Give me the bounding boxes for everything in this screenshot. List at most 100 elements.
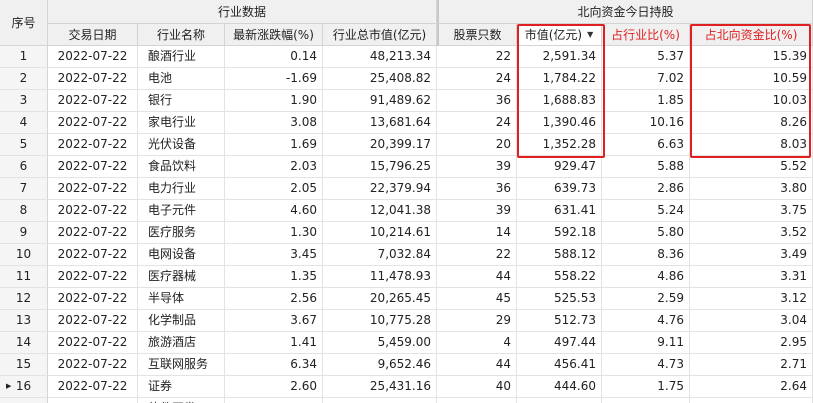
- cell-total-mv[interactable]: 20,399.17: [323, 134, 437, 156]
- cell-change[interactable]: 1.90: [225, 90, 323, 112]
- cell-index[interactable]: 5: [0, 134, 48, 156]
- table-row[interactable]: 14 2022-07-22 旅游酒店 1.41 5,459.00 4 497.44 9.11 2…: [0, 332, 813, 354]
- cell-share-industry[interactable]: 4.86: [602, 266, 690, 288]
- cell-share-north[interactable]: 3.31: [690, 266, 813, 288]
- cell-industry[interactable]: 光伏设备: [138, 134, 225, 156]
- cell-change[interactable]: 0.14: [225, 46, 323, 68]
- cell-share-industry[interactable]: 5.88: [602, 156, 690, 178]
- cell-count[interactable]: 44: [437, 266, 517, 288]
- cell-mv[interactable]: 631.41: [517, 200, 602, 222]
- cell-share-north[interactable]: 10.03: [690, 90, 813, 112]
- cell-share-industry[interactable]: 5.80: [602, 222, 690, 244]
- table-row[interactable]: ▶ 16 2022-07-22 证券 2.60 25,431.16 40 444.60 1.75…: [0, 376, 813, 398]
- cell-industry[interactable]: 证券: [138, 376, 225, 398]
- cell-change[interactable]: 2.60: [225, 376, 323, 398]
- cell-change[interactable]: 3.67: [225, 310, 323, 332]
- table-row[interactable]: 172022-07-22软件开发5.6010,296.5849441.494.2…: [0, 398, 813, 403]
- cell-mv[interactable]: 1,784.22: [517, 68, 602, 90]
- cell-count[interactable]: 24: [437, 68, 517, 90]
- cell-count[interactable]: 36: [437, 90, 517, 112]
- cell-date[interactable]: 2022-07-22: [48, 222, 138, 244]
- cell-count[interactable]: 39: [437, 200, 517, 222]
- cell-count[interactable]: 24: [437, 112, 517, 134]
- cell-index[interactable]: 13: [0, 310, 48, 332]
- cell-total-mv[interactable]: 11,478.93: [323, 266, 437, 288]
- cell-industry[interactable]: 电网设备: [138, 244, 225, 266]
- cell-share-industry[interactable]: 5.37: [602, 46, 690, 68]
- table-row[interactable]: 11 2022-07-22 医疗器械 1.35 11,478.93 44 558.22 4.8…: [0, 266, 813, 288]
- header-industry[interactable]: 行业名称: [138, 24, 225, 46]
- cell-share-north[interactable]: 2.71: [690, 354, 813, 376]
- cell-index[interactable]: 7: [0, 178, 48, 200]
- header-count[interactable]: 股票只数: [437, 24, 517, 46]
- cell-total-mv[interactable]: 9,652.46: [323, 354, 437, 376]
- cell-share-north[interactable]: 3.75: [690, 200, 813, 222]
- cell-change[interactable]: 3.45: [225, 244, 323, 266]
- cell-total-mv[interactable]: 48,213.34: [323, 46, 437, 68]
- cell-total-mv[interactable]: 12,041.38: [323, 200, 437, 222]
- table-row[interactable]: 5 2022-07-22 光伏设备 1.69 20,399.17 20 1,352.28 6.…: [0, 134, 813, 156]
- cell-industry[interactable]: 化学制品: [138, 310, 225, 332]
- cell-share-industry[interactable]: 1.75: [602, 376, 690, 398]
- cell-industry[interactable]: 软件开发: [138, 398, 225, 403]
- cell-change[interactable]: 1.41: [225, 332, 323, 354]
- cell-index[interactable]: 6: [0, 156, 48, 178]
- cell-change[interactable]: 1.69: [225, 134, 323, 156]
- cell-date[interactable]: 2022-07-22: [48, 288, 138, 310]
- cell-mv[interactable]: 588.12: [517, 244, 602, 266]
- cell-industry[interactable]: 医疗器械: [138, 266, 225, 288]
- cell-industry[interactable]: 互联网服务: [138, 354, 225, 376]
- cell-change[interactable]: 2.05: [225, 178, 323, 200]
- header-date[interactable]: 交易日期: [48, 24, 138, 46]
- cell-industry[interactable]: 电池: [138, 68, 225, 90]
- header-total-mv[interactable]: 行业总市值(亿元): [323, 24, 437, 46]
- cell-mv[interactable]: 1,688.83: [517, 90, 602, 112]
- cell-share-industry[interactable]: 8.36: [602, 244, 690, 266]
- cell-index[interactable]: 9: [0, 222, 48, 244]
- cell-total-mv[interactable]: 7,032.84: [323, 244, 437, 266]
- cell-total-mv[interactable]: 25,431.16: [323, 376, 437, 398]
- cell-change[interactable]: 2.56: [225, 288, 323, 310]
- cell-mv[interactable]: 525.53: [517, 288, 602, 310]
- cell-date[interactable]: 2022-07-22: [48, 68, 138, 90]
- cell-mv[interactable]: 929.47: [517, 156, 602, 178]
- header-mv[interactable]: 市值(亿元) ▼: [517, 24, 602, 46]
- table-row[interactable]: 1 2022-07-22 酿酒行业 0.14 48,213.34 22 2,591.34 5.…: [0, 46, 813, 68]
- cell-total-mv[interactable]: 20,265.45: [323, 288, 437, 310]
- cell-total-mv[interactable]: 5,459.00: [323, 332, 437, 354]
- table-row[interactable]: 8 2022-07-22 电子元件 4.60 12,041.38 39 631.41 5.24…: [0, 200, 813, 222]
- cell-count[interactable]: 44: [437, 354, 517, 376]
- cell-industry[interactable]: 医疗服务: [138, 222, 225, 244]
- cell-change[interactable]: 2.03: [225, 156, 323, 178]
- cell-share-north[interactable]: 3.04: [690, 310, 813, 332]
- cell-share-industry[interactable]: 2.86: [602, 178, 690, 200]
- cell-date[interactable]: 2022-07-22: [48, 134, 138, 156]
- cell-count[interactable]: 49: [437, 398, 517, 403]
- cell-mv[interactable]: 444.60: [517, 376, 602, 398]
- cell-count[interactable]: 40: [437, 376, 517, 398]
- cell-change[interactable]: 6.34: [225, 354, 323, 376]
- cell-index[interactable]: 4: [0, 112, 48, 134]
- cell-share-north[interactable]: 2.62: [690, 398, 813, 403]
- table-row[interactable]: 3 2022-07-22 银行 1.90 91,489.62 36 1,688.83 1.85…: [0, 90, 813, 112]
- cell-date[interactable]: 2022-07-22: [48, 90, 138, 112]
- cell-count[interactable]: 45: [437, 288, 517, 310]
- cell-share-industry[interactable]: 4.29: [602, 398, 690, 403]
- cell-count[interactable]: 36: [437, 178, 517, 200]
- cell-total-mv[interactable]: 91,489.62: [323, 90, 437, 112]
- cell-count[interactable]: 4: [437, 332, 517, 354]
- cell-share-north[interactable]: 3.52: [690, 222, 813, 244]
- table-body[interactable]: 1 2022-07-22 酿酒行业 0.14 48,213.34 22 2,591.34 5.…: [0, 46, 813, 403]
- cell-share-north[interactable]: 3.12: [690, 288, 813, 310]
- cell-share-industry[interactable]: 2.59: [602, 288, 690, 310]
- header-share-north[interactable]: 占北向资金比(%): [690, 24, 813, 46]
- cell-count[interactable]: 39: [437, 156, 517, 178]
- table-row[interactable]: 15 2022-07-22 互联网服务 6.34 9,652.46 44 456.41 4.7…: [0, 354, 813, 376]
- cell-count[interactable]: 22: [437, 244, 517, 266]
- cell-share-north[interactable]: 10.59: [690, 68, 813, 90]
- cell-share-industry[interactable]: 5.24: [602, 200, 690, 222]
- cell-share-north[interactable]: 3.49: [690, 244, 813, 266]
- cell-index[interactable]: 17: [0, 398, 48, 403]
- cell-share-industry[interactable]: 6.63: [602, 134, 690, 156]
- cell-mv[interactable]: 2,591.34: [517, 46, 602, 68]
